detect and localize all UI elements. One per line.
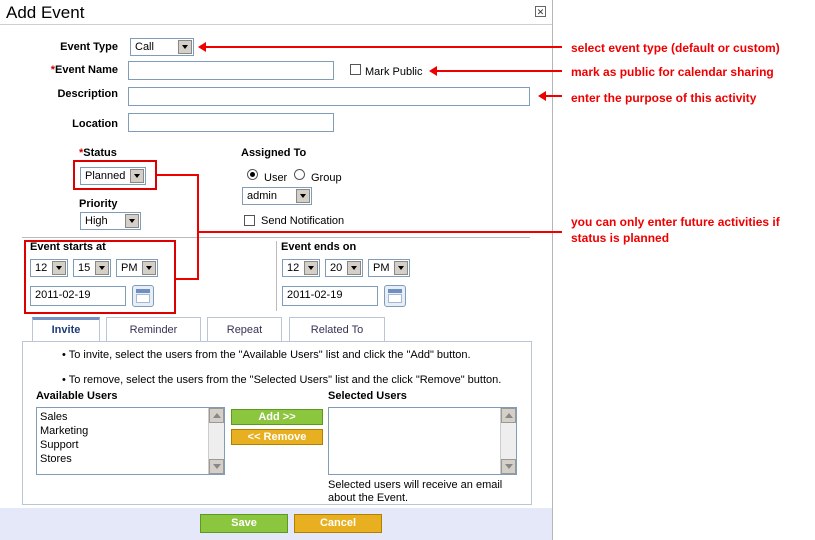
chevron-down-icon	[304, 261, 318, 275]
mark-public-checkbox[interactable]	[350, 64, 361, 75]
send-notification-label: Send Notification	[261, 215, 345, 227]
annotation-status-line1: you can only enter future activities if	[571, 215, 780, 229]
calendar-icon[interactable]	[384, 285, 406, 307]
annotation-arrow-3	[545, 95, 562, 97]
location-input[interactable]	[128, 113, 334, 132]
scroll-down-icon[interactable]	[501, 459, 516, 474]
assigned-to-label: Assigned To	[241, 147, 307, 159]
user-radio[interactable]	[247, 169, 258, 180]
dialog-titlebar: Add Event ✕	[0, 0, 552, 25]
chevron-down-icon	[394, 261, 408, 275]
invite-instruction-1-text: To invite, select the users from the "Av…	[68, 349, 471, 361]
annotation-event-type: select event type (default or custom)	[571, 41, 780, 55]
remove-users-button[interactable]: << Remove	[231, 429, 323, 445]
annotation-status-line2: status is planned	[571, 231, 670, 245]
event-starts-highlight-box	[24, 240, 176, 314]
event-name-input[interactable]	[128, 61, 334, 80]
chevron-down-icon	[296, 189, 310, 203]
add-users-button[interactable]: Add >>	[231, 409, 323, 425]
end-date-value: 2011-02-19	[287, 289, 343, 301]
end-minute-select[interactable]: 20	[325, 259, 363, 277]
event-type-label: Event Type	[60, 41, 118, 53]
arrow-head-icon	[429, 66, 437, 76]
close-icon[interactable]: ✕	[535, 6, 546, 17]
end-hour-value: 12	[287, 262, 300, 274]
status-connector	[197, 174, 199, 280]
event-type-value: Call	[135, 41, 154, 53]
scrollbar[interactable]	[500, 408, 516, 474]
event-name-label: *Event Name	[20, 64, 118, 76]
selected-users-label: Selected Users	[328, 390, 407, 402]
status-label-text: Status	[83, 147, 117, 159]
end-date-input[interactable]: 2011-02-19	[282, 286, 378, 306]
dialog-title: Add Event	[6, 3, 85, 22]
tab-repeat[interactable]: Repeat	[207, 317, 282, 342]
tab-reminder[interactable]: Reminder	[106, 317, 201, 342]
send-notification-checkbox[interactable]	[244, 215, 255, 226]
list-item[interactable]: Stores	[40, 453, 72, 465]
selected-users-note: Selected users will receive an email abo…	[328, 479, 503, 504]
status-highlight-box	[73, 160, 157, 190]
end-hour-select[interactable]: 12	[282, 259, 320, 277]
end-minute-value: 20	[330, 262, 343, 274]
assignee-select[interactable]: admin	[242, 187, 312, 205]
chevron-down-icon	[125, 214, 139, 228]
location-label: Location	[72, 118, 118, 130]
status-connector	[176, 278, 199, 280]
priority-label: Priority	[79, 198, 118, 210]
arrow-head-icon	[198, 42, 206, 52]
mark-public-label: Mark Public	[365, 66, 423, 78]
scroll-up-icon[interactable]	[209, 408, 224, 423]
cancel-button[interactable]: Cancel	[294, 514, 382, 533]
available-users-label: Available Users	[36, 390, 118, 402]
status-connector	[157, 174, 198, 176]
chevron-down-icon	[178, 40, 192, 54]
assignee-value: admin	[247, 190, 277, 202]
description-input[interactable]	[128, 87, 530, 106]
group-radio-label: Group	[311, 172, 342, 184]
priority-select[interactable]: High	[80, 212, 141, 230]
priority-value: High	[85, 215, 108, 227]
arrow-head-icon	[538, 91, 546, 101]
list-item[interactable]: Sales	[40, 411, 68, 423]
list-item[interactable]: Support	[40, 439, 79, 451]
selected-users-list[interactable]	[328, 407, 517, 475]
chevron-down-icon	[347, 261, 361, 275]
scroll-down-icon[interactable]	[209, 459, 224, 474]
end-ampm-value: PM	[373, 262, 390, 274]
available-users-list[interactable]: Sales Marketing Support Stores	[36, 407, 225, 475]
invite-instruction-2: • To remove, select the users from the "…	[62, 374, 502, 386]
scrollbar[interactable]	[208, 408, 224, 474]
annotation-arrow-2	[436, 70, 562, 72]
list-item[interactable]: Marketing	[40, 425, 88, 437]
invite-instruction-1: • To invite, select the users from the "…	[62, 349, 471, 361]
group-radio[interactable]	[294, 169, 305, 180]
description-label: Description	[57, 88, 118, 100]
date-divider	[276, 241, 277, 311]
status-connector	[197, 231, 562, 233]
user-radio-label: User	[264, 172, 288, 184]
end-ampm-select[interactable]: PM	[368, 259, 410, 277]
scroll-up-icon[interactable]	[501, 408, 516, 423]
invite-instruction-2-text: To remove, select the users from the "Se…	[68, 374, 502, 386]
section-divider	[22, 237, 530, 238]
annotation-description: enter the purpose of this activity	[571, 91, 757, 105]
save-button[interactable]: Save	[200, 514, 288, 533]
event-type-select[interactable]: Call	[130, 38, 194, 56]
tab-invite[interactable]: Invite	[32, 317, 100, 342]
tab-related-to[interactable]: Related To	[289, 317, 385, 342]
annotation-mark-public: mark as public for calendar sharing	[571, 65, 774, 79]
status-label: *Status	[79, 147, 117, 159]
annotation-arrow-1	[205, 46, 562, 48]
add-event-dialog: Add Event ✕ Event Type Call *Event Name …	[0, 0, 553, 540]
dialog-footer: Save Cancel	[0, 508, 552, 540]
event-ends-label: Event ends on	[281, 241, 357, 253]
event-name-label-text: Event Name	[55, 64, 118, 76]
